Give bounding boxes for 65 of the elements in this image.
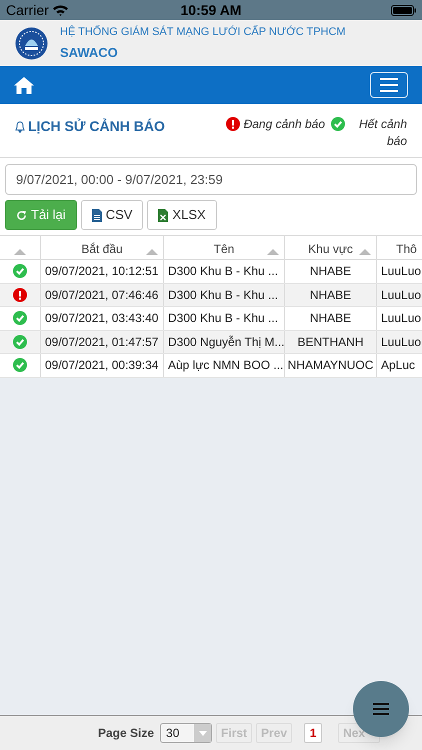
sort-icon[interactable] (267, 249, 279, 255)
wifi-icon (52, 4, 68, 16)
table-cell-text: NHAMAYNUOC (288, 357, 374, 374)
table-row[interactable]: 09/07/2021, 03:43:40 D300 Khu B - Khu ... NHABE LuuLuo (0, 307, 422, 330)
file-icon (92, 208, 102, 222)
logo-icon (15, 26, 48, 60)
sort-icon[interactable] (14, 249, 26, 255)
table-cell-text: ApLuc (381, 357, 416, 374)
spreadsheet-icon (158, 208, 168, 222)
alert-icon (13, 288, 27, 302)
check-icon (331, 117, 345, 131)
export-button[interactable]: CSV (80, 200, 144, 230)
check-icon (13, 311, 27, 326)
menu-icon (380, 78, 398, 92)
export-button[interactable]: XLSX (147, 200, 217, 230)
table-row[interactable]: 09/07/2021, 01:47:57 D300 Nguyễn Thị M... BENTHANH LuuLuo (0, 330, 422, 354)
table-cell-text: 09/07/2021, 01:47:57 (45, 334, 158, 351)
table-cell-text: LuuLuo (381, 334, 422, 351)
page-size-select[interactable]: 30 (160, 723, 212, 743)
column-header[interactable]: Khu vực (308, 240, 353, 259)
table-cell-text: NHABE (310, 286, 352, 304)
date-range-field[interactable]: 9/07/2021, 00:00 - 9/07/2021, 23:59 (5, 164, 417, 195)
menu-icon (373, 703, 389, 715)
sort-icon[interactable] (146, 249, 158, 255)
table-cell-text: LuuLuo (381, 310, 422, 328)
check-icon (13, 264, 27, 278)
table-cell-text: BENTHANH (297, 334, 364, 351)
check-icon (13, 334, 27, 349)
menu-button[interactable] (370, 72, 408, 98)
table-cell-text: D300 Khu B - Khu ... (168, 263, 278, 280)
table-cell-text: 09/07/2021, 03:43:40 (45, 310, 158, 328)
legend-label: Đang cảnh báo (244, 116, 325, 133)
bell-icon (15, 120, 25, 132)
carrier-label: Carrier (6, 0, 49, 20)
page-number-button[interactable]: 1 (304, 723, 322, 743)
table-cell-text: Aùp lực NMN BOO ... (168, 357, 284, 374)
column-header[interactable]: Tên (214, 240, 234, 259)
table-row[interactable]: 09/07/2021, 07:46:46 D300 Khu B - Khu ... NHABE LuuLuo (0, 284, 422, 307)
table-row[interactable]: 09/07/2021, 10:12:51 D300 Khu B - Khu ... NHABE LuuLuo (0, 260, 422, 284)
dropdown-icon (198, 730, 207, 736)
table-cell-text: 09/07/2021, 10:12:51 (45, 263, 158, 280)
table-cell-text: LuuLuo (381, 263, 422, 280)
refresh-icon (16, 210, 27, 220)
page-size-label: Page Size (98, 725, 154, 742)
table-cell-text: D300 Khu B - Khu ... (168, 310, 278, 328)
clock-time: 10:59 AM (180, 0, 242, 20)
legend-label: Hết cảnh báo (358, 116, 407, 150)
table-cell-text: D300 Khu B - Khu ... (168, 286, 278, 304)
brand-name: SAWACO (60, 44, 119, 62)
column-header[interactable]: Thô (396, 240, 417, 259)
check-icon (13, 358, 27, 372)
column-header[interactable]: Bắt đầu (81, 240, 123, 259)
system-title: HỆ THỐNG GIÁM SÁT MẠNG LƯỚI CẤP NƯỚC TPHCM (60, 24, 346, 40)
table-cell-text: 09/07/2021, 07:46:46 (45, 286, 158, 304)
table-cell-text: 09/07/2021, 00:39:34 (45, 357, 158, 374)
battery-icon (390, 4, 416, 16)
home-icon[interactable] (14, 76, 34, 94)
table-cell-text: NHABE (310, 263, 352, 280)
page-title: LỊCH SỬ CẢNH BÁO (28, 117, 165, 136)
table-cell-text: LuuLuo (381, 286, 422, 304)
alert-icon (226, 117, 240, 131)
table-cell-text: NHABE (310, 310, 352, 328)
table-row[interactable]: 09/07/2021, 00:39:34 Aùp lực NMN BOO ... NHAMAYNUOC ApLuc (0, 354, 422, 378)
sort-icon[interactable] (359, 249, 371, 255)
table-cell-text: D300 Nguyễn Thị M... (168, 334, 284, 351)
